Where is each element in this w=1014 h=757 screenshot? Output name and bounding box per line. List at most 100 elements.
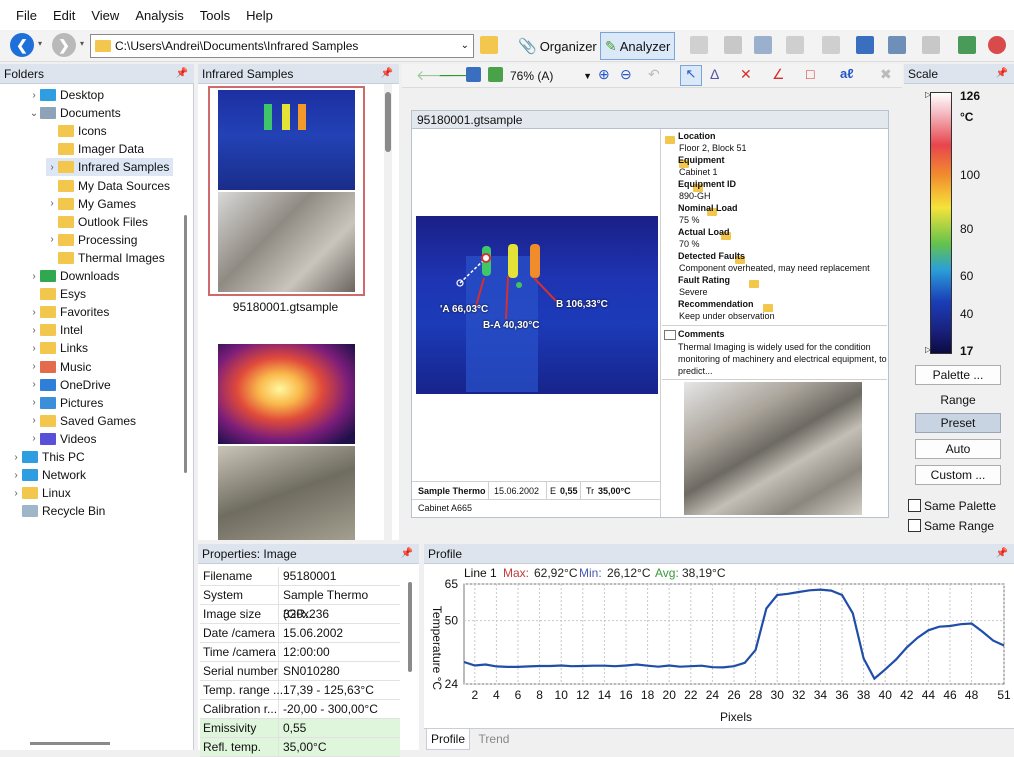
analyzer-button[interactable]: ✎ Analyzer — [600, 32, 676, 60]
bookmark-icon[interactable] — [822, 36, 840, 54]
address-dropdown-icon[interactable]: ⌄ — [461, 40, 469, 51]
pin-icon[interactable]: 📌 — [996, 544, 1008, 564]
chart-icon[interactable] — [958, 36, 976, 54]
palette-icon[interactable] — [988, 36, 1006, 54]
tree-expander-icon[interactable]: › — [28, 379, 40, 390]
tree-item[interactable]: Outlook Files — [46, 213, 152, 231]
tree-expander-icon[interactable]: › — [10, 470, 22, 481]
properties-scrollbar[interactable] — [408, 582, 412, 672]
text-tool-icon[interactable]: aℓ — [840, 66, 854, 81]
pointer-tool-icon[interactable]: ↖ — [680, 65, 702, 86]
property-row[interactable]: Date /camera 15.06.2002 — [200, 624, 400, 643]
tree-item[interactable]: › Links — [28, 339, 92, 357]
pin-icon[interactable]: 📌 — [381, 64, 393, 84]
palette-button[interactable]: Palette ... — [915, 365, 1001, 385]
menu-tools[interactable]: Tools — [192, 8, 238, 23]
tree-item[interactable]: › OneDrive — [28, 376, 115, 394]
tree-expander-icon[interactable]: › — [10, 488, 22, 499]
tree-expander-icon[interactable]: › — [28, 325, 40, 336]
tree-item[interactable]: › Linux — [10, 484, 75, 502]
tree-item[interactable]: › Music — [28, 358, 95, 376]
copy-icon[interactable] — [754, 36, 772, 54]
property-row[interactable]: Temp. range ... 17,39 - 125,63°C — [200, 681, 400, 700]
menu-help[interactable]: Help — [238, 8, 281, 23]
property-row[interactable]: System Sample Thermo (GR... — [200, 586, 400, 621]
thumbnail-selected[interactable] — [208, 86, 365, 296]
tree-item[interactable]: › Videos — [28, 430, 100, 448]
tree-item[interactable]: › Saved Games — [28, 412, 140, 430]
tree-expander-icon[interactable]: › — [46, 198, 58, 209]
photo-thumbnail-2[interactable] — [218, 446, 355, 540]
tree-expander-icon[interactable]: › — [28, 433, 40, 444]
pin-icon[interactable]: 📌 — [401, 544, 413, 564]
tab-trend[interactable]: Trend — [474, 729, 514, 750]
property-row[interactable]: Filename 95180001 — [200, 567, 400, 586]
menu-edit[interactable]: Edit — [45, 8, 83, 23]
thermal-thumbnail-2[interactable] — [218, 344, 355, 444]
report-icon[interactable] — [856, 36, 874, 54]
tree-item[interactable]: ⌄ Documents — [28, 104, 125, 122]
custom-button[interactable]: Custom ... — [915, 465, 1001, 485]
forward-button[interactable]: ❯ — [52, 33, 76, 57]
property-row[interactable]: Emissivity 0,55 — [200, 719, 400, 738]
scale-gradient[interactable] — [930, 92, 952, 354]
tree-item[interactable]: Esys — [28, 285, 90, 303]
tree-expander-icon[interactable]: › — [10, 452, 22, 463]
tree-scrollbar[interactable] — [184, 215, 187, 473]
menu-view[interactable]: View — [83, 8, 127, 23]
tab-profile[interactable]: Profile — [426, 729, 470, 750]
zoom-select[interactable]: 76% (A) ▼ — [508, 66, 594, 86]
zoom-in-icon[interactable]: ⊕ — [598, 66, 610, 83]
delete-icon[interactable]: ✖ — [880, 66, 892, 83]
tree-expander-icon[interactable]: › — [46, 162, 58, 173]
checkbox-view-icon[interactable] — [488, 67, 503, 82]
paste-icon[interactable] — [786, 36, 804, 54]
tree-item[interactable]: › This PC — [10, 448, 89, 466]
tree-item[interactable]: › Processing — [46, 231, 141, 249]
tree-expander-icon[interactable]: › — [28, 271, 40, 282]
menu-file[interactable]: File — [8, 8, 45, 23]
scale-min-handle-icon[interactable]: ▷ — [925, 345, 931, 354]
tree-expander-icon[interactable]: › — [28, 90, 40, 101]
rotate-icon[interactable]: ↶ — [648, 66, 660, 83]
line-tool-icon[interactable]: ∠ — [772, 66, 785, 83]
same-range-checkbox[interactable] — [908, 519, 921, 532]
forward-dropdown-icon[interactable]: ▾ — [80, 39, 84, 48]
triangle-tool-icon[interactable]: Δ — [710, 66, 719, 82]
pin-icon[interactable]: 📌 — [176, 64, 188, 84]
pin-icon[interactable]: 📌 — [996, 64, 1008, 84]
address-bar[interactable]: C:\Users\Andrei\Documents\Infrared Sampl… — [90, 34, 474, 58]
folder-up-icon[interactable] — [480, 36, 498, 54]
tree-item[interactable]: Icons — [46, 122, 111, 140]
property-row[interactable]: Calibration r... -20,00 - 300,00°C — [200, 700, 400, 719]
samples-scrollbar[interactable] — [384, 84, 392, 540]
zoom-out-icon[interactable]: ⊖ — [620, 66, 632, 83]
area-tool-icon[interactable]: □ — [806, 66, 814, 82]
cut-icon[interactable] — [724, 36, 742, 54]
back-button[interactable]: ❮ — [10, 33, 34, 57]
scale-max-handle-icon[interactable]: ▷ — [925, 90, 931, 99]
tree-item[interactable]: › Infrared Samples — [46, 158, 174, 177]
tree-item[interactable]: Recycle Bin — [10, 502, 109, 520]
same-palette-checkbox[interactable] — [908, 499, 921, 512]
tree-expander-icon[interactable]: › — [28, 343, 40, 354]
tree-item[interactable]: My Data Sources — [46, 177, 174, 195]
tree-item[interactable]: › Favorites — [28, 303, 113, 321]
auto-button[interactable]: Auto — [915, 439, 1001, 459]
property-row[interactable]: Time /camera 12:00:00 — [200, 643, 400, 662]
tree-item[interactable]: › Network — [10, 466, 90, 484]
preset-button[interactable]: Preset — [915, 413, 1001, 433]
back-dropdown-icon[interactable]: ▾ — [38, 39, 42, 48]
print-icon[interactable] — [888, 36, 906, 54]
visual-photo[interactable] — [684, 382, 862, 515]
menu-analysis[interactable]: Analysis — [127, 8, 191, 23]
tree-item[interactable]: › My Games — [46, 195, 140, 213]
tree-item[interactable]: Imager Data — [46, 140, 148, 158]
undo-icon[interactable] — [690, 36, 708, 54]
organizer-button[interactable]: 📎 Organizer — [514, 32, 601, 60]
tree-expander-icon[interactable]: › — [28, 307, 40, 318]
fusion-icon[interactable] — [922, 36, 940, 54]
property-row[interactable]: Serial number SN010280 — [200, 662, 400, 681]
property-row[interactable]: Image size 320x236 — [200, 605, 400, 624]
tree-hscrollbar[interactable] — [30, 742, 110, 745]
